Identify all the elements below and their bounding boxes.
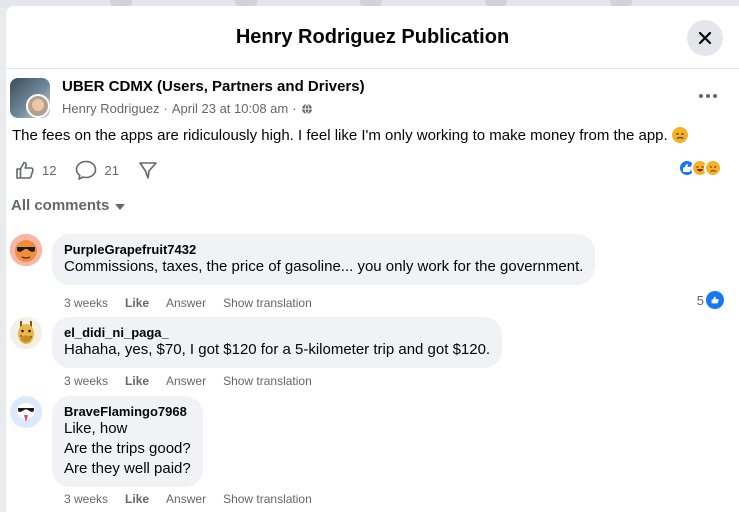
comment-translate-button[interactable]: Show translation xyxy=(223,374,312,388)
comments-sort-dropdown[interactable]: All comments xyxy=(11,197,126,214)
sad-reaction-icon xyxy=(704,159,722,177)
sunglasses-face-icon xyxy=(10,234,42,266)
comment-actions: 3 weeks Like Answer Show translation xyxy=(64,296,329,310)
sad-emoji-icon xyxy=(671,127,688,143)
comment-author[interactable]: BraveFlamingo7968 xyxy=(64,404,191,419)
like-reaction-icon xyxy=(706,291,724,309)
post-body: The fees on the apps are ridiculously hi… xyxy=(12,127,668,144)
comment-translate-button[interactable]: Show translation xyxy=(223,492,312,506)
globe-icon xyxy=(301,103,312,114)
post-date[interactable]: April 23 at 10:08 am xyxy=(172,101,288,116)
comment-bubble: el_didi_ni_paga_ Hahaha, yes, $70, I got… xyxy=(52,317,503,368)
comment-text: Hahaha, yes, $70, I got $120 for a 5-kil… xyxy=(64,341,491,358)
more-options-button[interactable] xyxy=(694,86,722,106)
comment-like-button[interactable]: Like xyxy=(125,374,149,388)
close-icon xyxy=(698,31,712,45)
comment-time[interactable]: 3 weeks xyxy=(64,374,108,388)
comment-text: Are the trips good? xyxy=(64,440,191,457)
comment-text: Are they well paid? xyxy=(64,460,191,477)
comment-answer-button[interactable]: Answer xyxy=(166,296,206,310)
modal-header: Henry Rodriguez Publication xyxy=(6,6,739,69)
flamingo-sunglasses-icon xyxy=(10,396,42,428)
post-meta: Henry Rodriguez · April 23 at 10:08 am · xyxy=(62,101,313,116)
comment-actions: 3 weeks Like Answer Show translation xyxy=(64,374,329,388)
meta-separator: · xyxy=(163,101,168,116)
group-name[interactable]: UBER CDMX (Users, Partners and Drivers) xyxy=(62,78,365,95)
comment-text: Commissions, taxes, the price of gasolin… xyxy=(64,258,584,275)
like-button[interactable]: 12 xyxy=(14,159,56,181)
author-avatar[interactable] xyxy=(26,94,50,118)
comment-author[interactable]: PurpleGrapefruit7432 xyxy=(64,242,583,257)
comment-like-button[interactable]: Like xyxy=(125,296,149,310)
comment-time[interactable]: 3 weeks xyxy=(64,492,108,506)
modal-title: Henry Rodriguez Publication xyxy=(235,25,510,48)
comments-sort-label: All comments xyxy=(11,197,110,214)
comment-bubble: BraveFlamingo7968 Like, how Are the trip… xyxy=(52,396,203,487)
post-reactions-summary[interactable] xyxy=(678,159,722,177)
commenter-avatar[interactable] xyxy=(10,317,42,349)
comment-count: 21 xyxy=(104,162,119,178)
commenter-avatar[interactable] xyxy=(10,234,42,266)
like-count: 12 xyxy=(42,162,57,178)
comment-answer-button[interactable]: Answer xyxy=(166,374,206,388)
comment-answer-button[interactable]: Answer xyxy=(166,492,206,506)
post-actions: 12 21 xyxy=(14,158,177,182)
thumbs-up-icon xyxy=(16,161,34,179)
comment-button[interactable]: 21 xyxy=(74,159,119,181)
group-avatar[interactable] xyxy=(10,78,50,118)
comment-text: Like, how xyxy=(64,420,128,437)
share-icon xyxy=(139,162,157,179)
comment-like-button[interactable]: Like xyxy=(125,492,149,506)
share-button[interactable] xyxy=(137,159,159,181)
comment-bubble: PurpleGrapefruit7432 Commissions, taxes,… xyxy=(52,234,596,285)
close-button[interactable] xyxy=(687,20,723,56)
comment-translate-button[interactable]: Show translation xyxy=(223,296,312,310)
more-options-icon xyxy=(699,94,703,98)
author-name[interactable]: Henry Rodriguez xyxy=(62,101,160,116)
meta-separator: · xyxy=(292,101,297,116)
comment-author[interactable]: el_didi_ni_paga_ xyxy=(64,325,490,340)
comment-reaction-count[interactable]: 5 xyxy=(697,291,724,309)
giraffe-icon xyxy=(10,317,42,349)
post-header: UBER CDMX (Users, Partners and Drivers) … xyxy=(10,76,720,124)
post-text: The fees on the apps are ridiculously hi… xyxy=(12,127,722,144)
comment-time[interactable]: 3 weeks xyxy=(64,296,108,310)
comment-actions: 3 weeks Like Answer Show translation xyxy=(64,492,329,506)
commenter-avatar[interactable] xyxy=(10,396,42,428)
caret-down-icon xyxy=(115,203,126,210)
comment-bubble-icon xyxy=(76,160,97,180)
comment-reaction-number: 5 xyxy=(696,292,704,308)
